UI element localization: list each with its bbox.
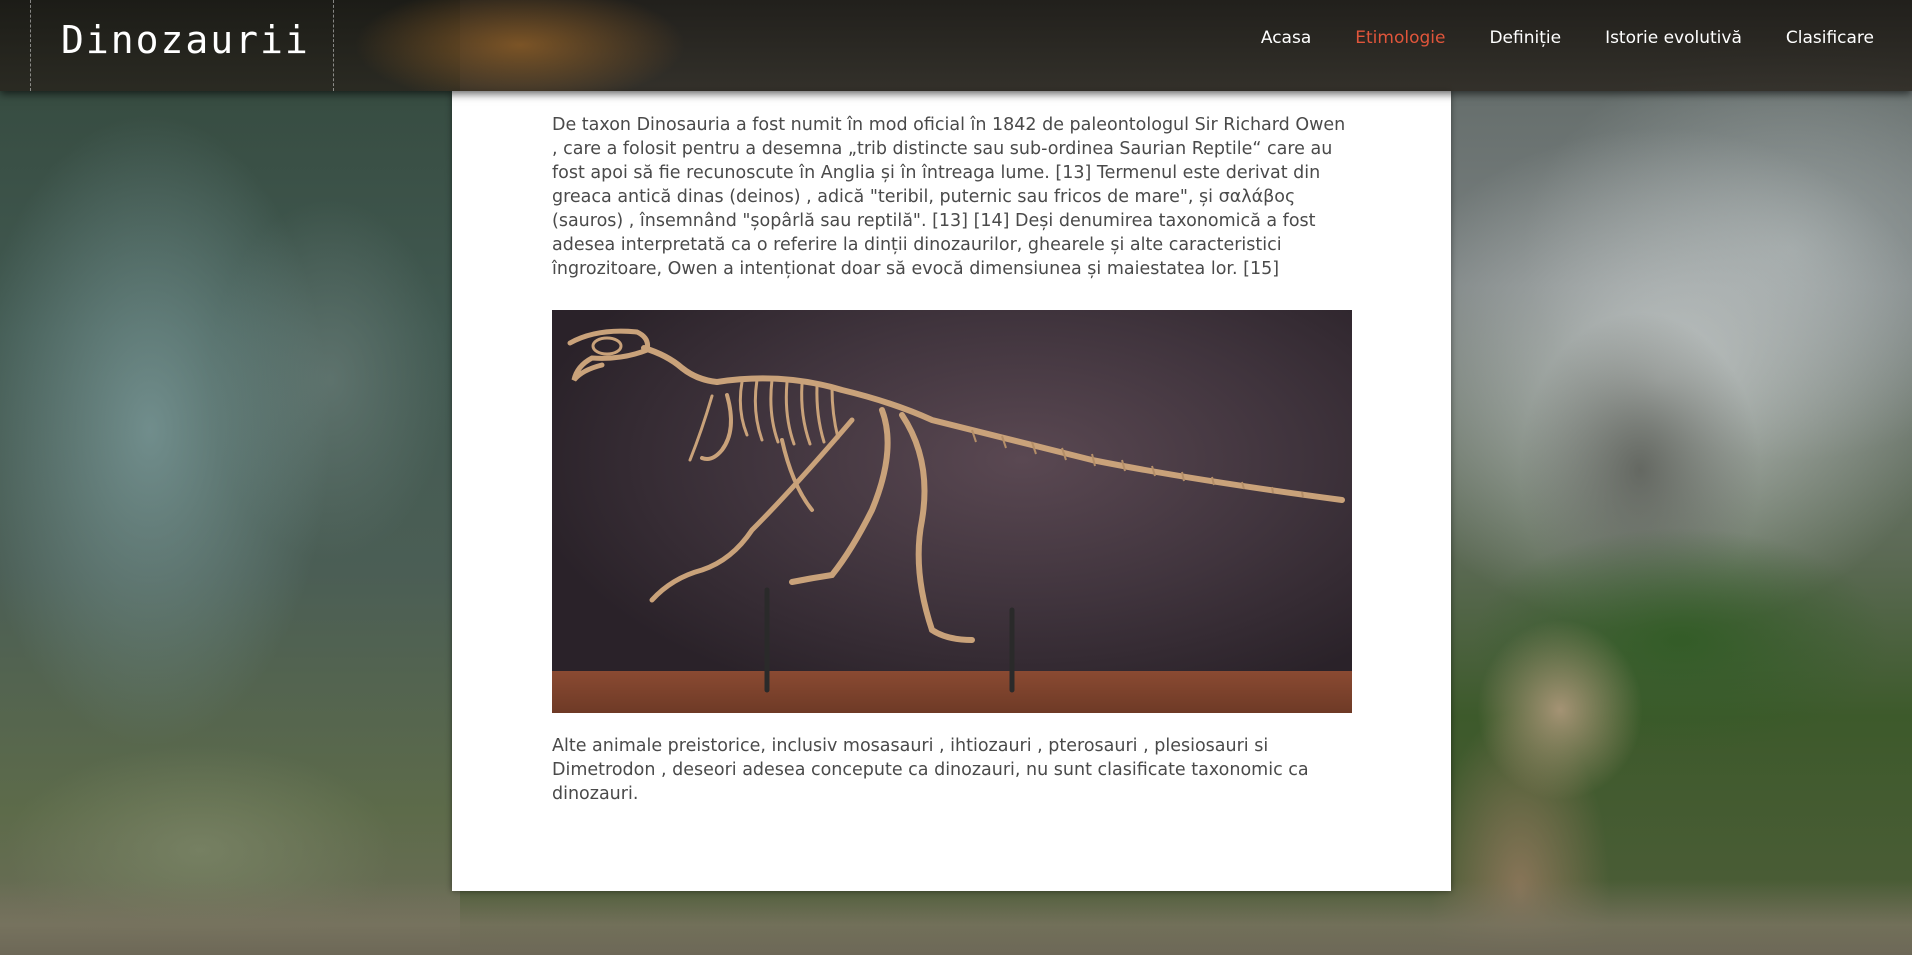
background-dinosaur-left (0, 0, 460, 955)
background-ground (0, 880, 1912, 955)
dinosaur-skeleton-image (552, 310, 1352, 713)
site-header: Dinozaurii Acasa Etimologie Definiție Is… (0, 0, 1912, 91)
nav-item-acasa[interactable]: Acasa (1261, 28, 1311, 48)
other-animals-paragraph: Alte animale preistorice, inclusiv mosas… (552, 736, 1309, 804)
main-nav: Acasa Etimologie Definiție Istorie evolu… (1261, 28, 1874, 48)
content-panel: De taxon Dinosauria a fost numit în mod … (452, 91, 1451, 891)
logo-box[interactable]: Dinozaurii (30, 0, 334, 91)
nav-item-definitie[interactable]: Definiție (1489, 28, 1561, 48)
site-logo[interactable]: Dinozaurii (61, 18, 310, 62)
skeleton-drawing (567, 328, 1345, 693)
nav-item-istorie-evolutiva[interactable]: Istorie evolutivă (1605, 28, 1742, 48)
nav-item-etimologie[interactable]: Etimologie (1355, 28, 1445, 48)
etymology-paragraph: De taxon Dinosauria a fost numit în mod … (552, 115, 1346, 279)
nav-item-clasificare[interactable]: Clasificare (1786, 28, 1874, 48)
